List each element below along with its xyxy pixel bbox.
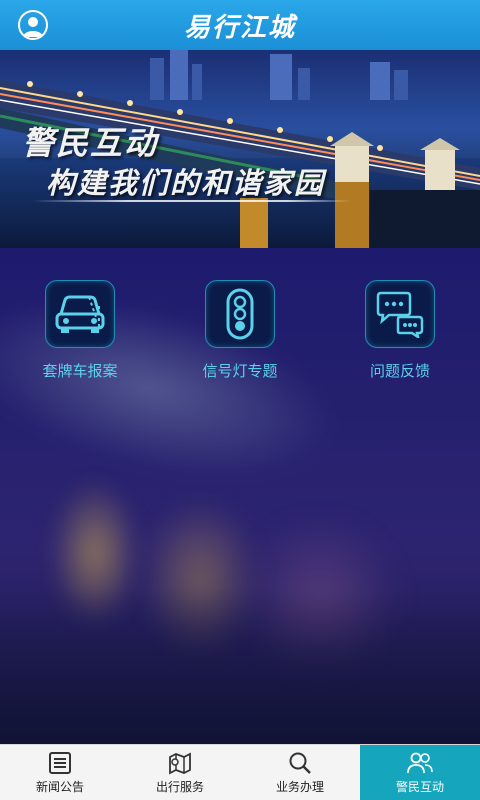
search-icon (289, 752, 311, 774)
app-title: 易行江城 (183, 12, 296, 43)
nav-tab-travel[interactable]: 出行服务 (120, 745, 240, 800)
feature-traffic-light[interactable]: 信号灯专题 (160, 280, 320, 381)
nav-label: 新闻公告 (35, 779, 84, 794)
app-header: 易行江城 (0, 0, 480, 50)
nav-tab-news[interactable]: 新闻公告 (0, 745, 120, 800)
nav-tab-business[interactable]: 业务办理 (240, 745, 360, 800)
feature-label: 套牌车报案 (42, 362, 118, 380)
banner-subline: 构建我们的和谐家园 (46, 166, 326, 200)
bottom-nav: 新闻公告 出行服务 业务办理 警民互动 (0, 744, 480, 800)
user-circle-icon (23, 17, 43, 37)
nav-label: 警民互动 (395, 779, 444, 794)
banner-image[interactable]: 警民互动 构建我们的和谐家园 (0, 50, 480, 248)
news-list-icon (49, 751, 71, 774)
car-icon (45, 280, 115, 348)
feature-label: 问题反馈 (369, 362, 430, 380)
chat-bubbles-icon (365, 280, 435, 348)
nav-tab-interaction[interactable]: 警民互动 (360, 745, 480, 800)
main-panel: 套牌车报案 信号灯专题 问题反馈 (0, 248, 480, 744)
banner-underline (32, 200, 352, 202)
feature-fake-plate-report[interactable]: 套牌车报案 (0, 280, 160, 381)
people-icon (407, 752, 433, 773)
background-blur (0, 588, 480, 744)
map-pin-icon (169, 752, 191, 774)
banner-headline: 警民互动 (22, 124, 159, 162)
feature-label: 信号灯专题 (202, 362, 278, 380)
traffic-light-icon (205, 280, 275, 348)
nav-label: 出行服务 (155, 779, 204, 794)
feature-feedback[interactable]: 问题反馈 (320, 280, 480, 381)
nav-label: 业务办理 (275, 779, 324, 794)
feature-grid: 套牌车报案 信号灯专题 问题反馈 (0, 280, 480, 381)
user-profile-button[interactable] (18, 10, 48, 40)
